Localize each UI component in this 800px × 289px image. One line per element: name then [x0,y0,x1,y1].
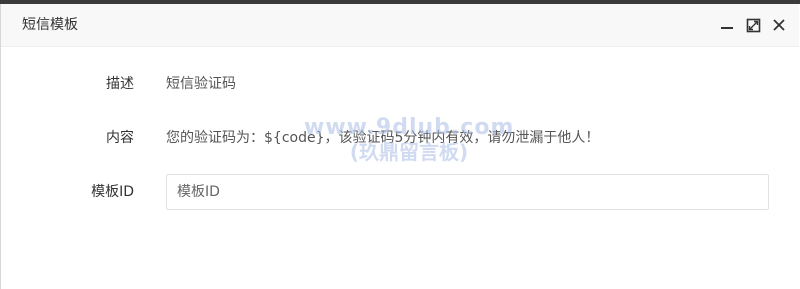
close-icon[interactable] [771,17,787,33]
template-id-label: 模板ID [91,184,134,200]
maximize-icon[interactable] [745,17,761,33]
description-label: 描述 [106,76,134,92]
dialog-header[interactable]: 短信模板 [1,4,799,47]
template-id-row: 模板ID [1,174,799,210]
minimize-icon[interactable] [719,17,735,33]
content-value: 您的验证码为：${code}，该验证码5分钟内有效，请勿泄漏于他人！ [166,130,600,146]
content-label: 内容 [106,130,134,146]
description-value: 短信验证码 [166,76,236,92]
description-row: 描述 短信验证码 [1,66,799,102]
sms-template-dialog: 短信模板 描述 短信验证码 内容 您的验证码为：${code}，该验证码5分钟内… [0,4,799,289]
content-row: 内容 您的验证码为：${code}，该验证码5分钟内有效，请勿泄漏于他人！ [1,120,799,156]
template-id-input[interactable] [166,174,769,210]
window-controls [719,17,787,33]
dialog-title: 短信模板 [22,17,78,33]
